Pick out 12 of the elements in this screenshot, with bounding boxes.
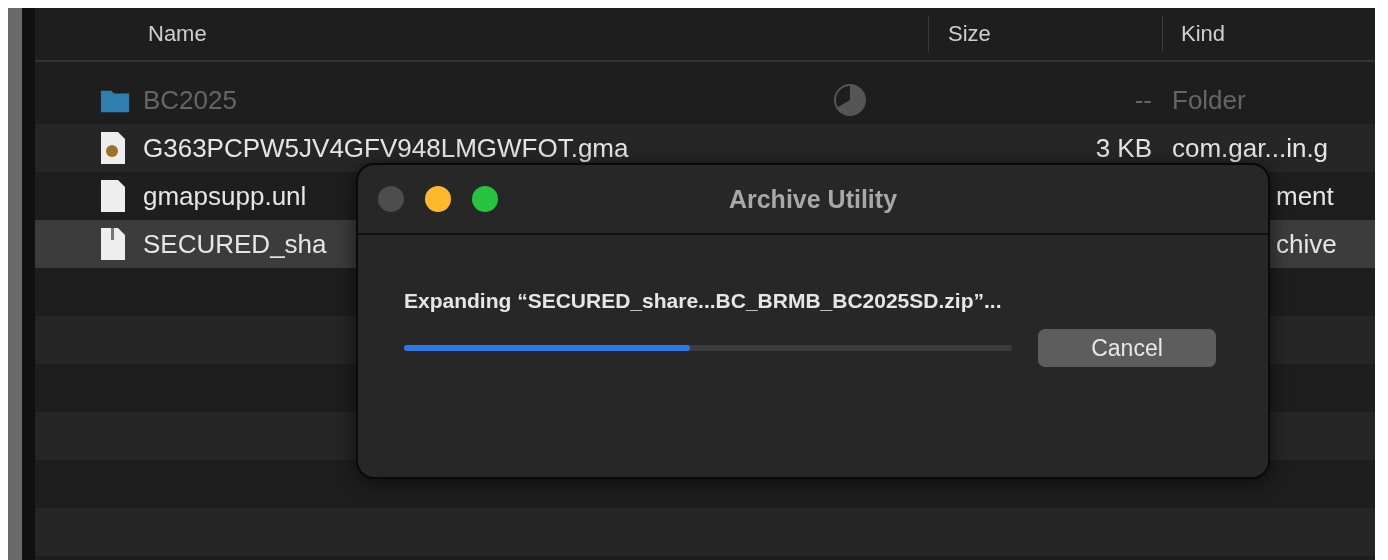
file-name: gmapsupp.unl: [143, 180, 307, 212]
status-message: Expanding “SECURED_share...BC_BRMB_BC2025SD.zip”...: [404, 289, 1002, 313]
file-kind: com.gar...in.g: [1172, 132, 1329, 164]
file-name: G363PCPW5JV4GFV948LMGWFOT.gma: [143, 132, 629, 164]
file-kind: Folder: [1172, 84, 1246, 116]
window-title: Archive Utility: [728, 184, 898, 213]
file-name: SECURED_sha: [143, 228, 327, 260]
file-size: 3 KB: [1095, 132, 1152, 163]
file-kind: ment: [1275, 180, 1335, 212]
file-name: BC2025: [143, 84, 237, 116]
file-kind: chive: [1275, 228, 1338, 260]
file-size: --: [1134, 84, 1152, 115]
